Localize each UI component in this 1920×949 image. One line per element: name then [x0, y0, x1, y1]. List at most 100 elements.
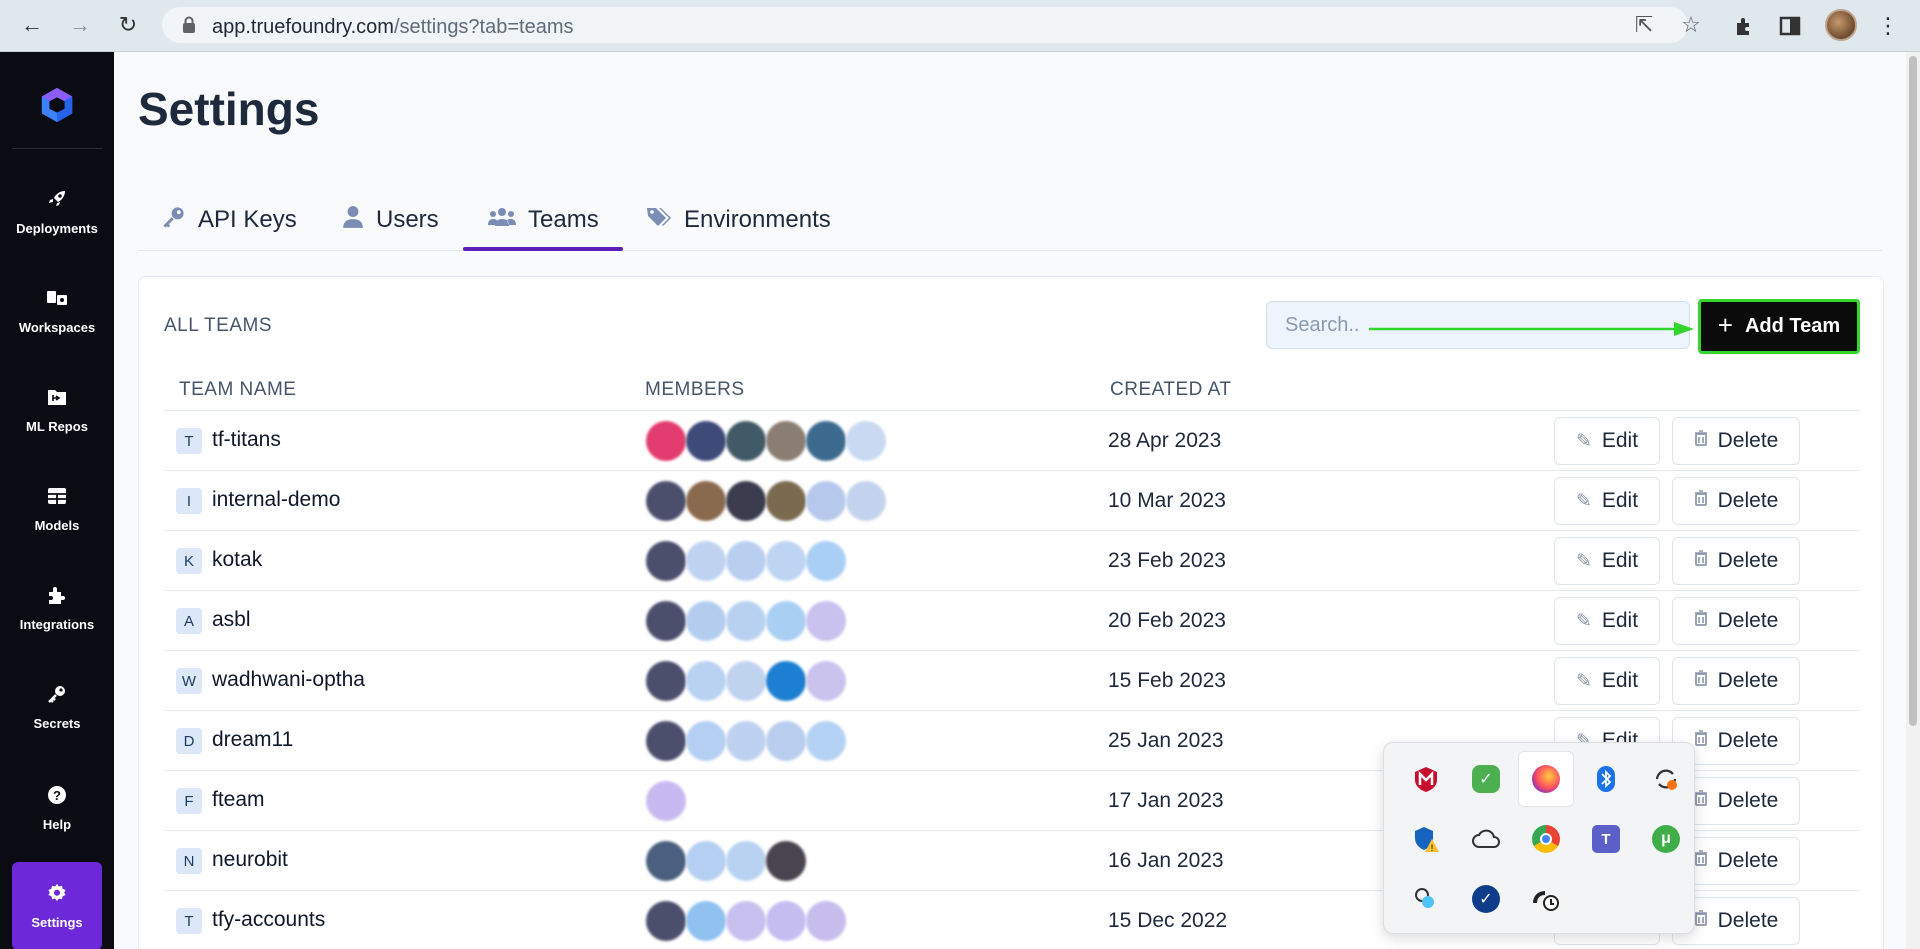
member-avatar[interactable]	[766, 481, 806, 521]
team-name[interactable]: wadhwani-optha	[212, 668, 365, 692]
firefox-icon[interactable]	[1518, 751, 1574, 807]
reload-icon[interactable]: ↻	[112, 9, 144, 41]
edit-button[interactable]: ✎Edit	[1554, 597, 1660, 645]
member-avatar[interactable]	[646, 901, 686, 941]
sidebar-item-secrets[interactable]: Secrets	[12, 663, 102, 751]
member-avatar[interactable]	[846, 481, 886, 521]
member-avatar[interactable]	[726, 421, 766, 461]
sidebar-item-help[interactable]: ? Help	[12, 764, 102, 852]
sidebar-item-workspaces[interactable]: Workspaces	[12, 267, 102, 355]
member-avatar[interactable]	[726, 541, 766, 581]
scrollbar-thumb[interactable]	[1909, 56, 1917, 726]
chrome-icon[interactable]	[1518, 811, 1574, 867]
mcafee-icon[interactable]	[1398, 751, 1454, 807]
member-avatar[interactable]	[806, 721, 846, 761]
member-avatar[interactable]	[766, 601, 806, 641]
member-avatar[interactable]	[726, 661, 766, 701]
tab-teams[interactable]: Teams	[488, 190, 599, 250]
utorrent-icon[interactable]: μ	[1638, 811, 1694, 867]
windows-security-icon[interactable]: !	[1398, 811, 1454, 867]
green-check-app-icon[interactable]: ✓	[1458, 751, 1514, 807]
add-team-button[interactable]: + Add Team	[1698, 299, 1860, 354]
address-bar[interactable]: app.truefoundry.com/settings?tab=teams ⇱…	[162, 7, 1701, 43]
member-avatar[interactable]	[806, 541, 846, 581]
member-avatar[interactable]	[646, 661, 686, 701]
member-avatar[interactable]	[686, 541, 726, 581]
sidebar-item-deployments[interactable]: Deployments	[12, 168, 102, 256]
profile-avatar[interactable]	[1825, 9, 1857, 41]
sidebar-item-settings[interactable]: Settings	[12, 862, 102, 949]
member-avatar[interactable]	[726, 481, 766, 521]
extensions-icon[interactable]	[1730, 12, 1758, 40]
sidebar-item-integrations[interactable]: Integrations	[12, 564, 102, 652]
member-avatar[interactable]	[766, 721, 806, 761]
member-avatar[interactable]	[646, 721, 686, 761]
member-avatar[interactable]	[806, 901, 846, 941]
meet-now-icon[interactable]	[1398, 871, 1454, 927]
member-avatar[interactable]	[686, 421, 726, 461]
power-status-icon[interactable]	[1518, 871, 1574, 927]
member-avatar[interactable]	[726, 901, 766, 941]
member-avatar[interactable]	[806, 661, 846, 701]
member-avatar[interactable]	[766, 421, 806, 461]
team-name[interactable]: neurobit	[212, 848, 288, 872]
member-avatar[interactable]	[686, 721, 726, 761]
member-avatar[interactable]	[646, 541, 686, 581]
member-avatar[interactable]	[726, 841, 766, 881]
check-circle-app-icon[interactable]: ✓	[1458, 871, 1514, 927]
team-name[interactable]: internal-demo	[212, 488, 340, 512]
edit-button[interactable]: ✎Edit	[1554, 477, 1660, 525]
member-avatar[interactable]	[726, 721, 766, 761]
member-avatar[interactable]	[766, 661, 806, 701]
member-avatar[interactable]	[766, 901, 806, 941]
bookmark-star-icon[interactable]: ☆	[1677, 11, 1705, 39]
member-avatar[interactable]	[686, 661, 726, 701]
member-avatar[interactable]	[646, 841, 686, 881]
bluetooth-icon[interactable]	[1578, 751, 1634, 807]
delete-button[interactable]: Delete	[1672, 537, 1800, 585]
edit-button[interactable]: ✎Edit	[1554, 537, 1660, 585]
edit-button[interactable]: ✎Edit	[1554, 657, 1660, 705]
member-avatar[interactable]	[846, 421, 886, 461]
tab-users[interactable]: Users	[342, 190, 439, 250]
member-avatar[interactable]	[726, 601, 766, 641]
teams-icon[interactable]: T	[1578, 811, 1634, 867]
team-name[interactable]: dream11	[212, 728, 293, 752]
share-icon[interactable]: ⇱	[1630, 11, 1658, 39]
edit-button[interactable]: ✎Edit	[1554, 417, 1660, 465]
sync-icon[interactable]	[1638, 751, 1694, 807]
member-avatar[interactable]	[766, 541, 806, 581]
team-name[interactable]: tf-titans	[212, 428, 281, 452]
tab-api-keys[interactable]: API Keys	[162, 190, 297, 250]
member-avatar[interactable]	[686, 601, 726, 641]
menu-icon[interactable]: ⋮	[1874, 12, 1902, 40]
forward-icon[interactable]: →	[64, 9, 96, 41]
team-name[interactable]: kotak	[212, 548, 262, 572]
team-name[interactable]: tfy-accounts	[212, 908, 325, 932]
team-name[interactable]: fteam	[212, 788, 265, 812]
member-avatar[interactable]	[806, 601, 846, 641]
delete-button[interactable]: Delete	[1672, 657, 1800, 705]
member-avatar[interactable]	[806, 421, 846, 461]
team-name[interactable]: asbl	[212, 608, 251, 632]
member-avatar[interactable]	[766, 841, 806, 881]
member-avatar[interactable]	[646, 421, 686, 461]
page-scrollbar[interactable]	[1906, 52, 1920, 949]
member-avatar[interactable]	[686, 901, 726, 941]
member-avatar[interactable]	[646, 781, 686, 821]
delete-button[interactable]: Delete	[1672, 477, 1800, 525]
search-input[interactable]	[1266, 301, 1690, 349]
tab-environments[interactable]: Environments	[646, 190, 831, 250]
delete-button[interactable]: Delete	[1672, 417, 1800, 465]
back-icon[interactable]: ←	[16, 9, 48, 41]
sidebar-item-models[interactable]: Models	[12, 465, 102, 553]
member-avatar[interactable]	[646, 601, 686, 641]
sidebar-item-ml-repos[interactable]: ML Repos	[12, 366, 102, 454]
member-avatar[interactable]	[806, 481, 846, 521]
onedrive-icon[interactable]	[1458, 811, 1514, 867]
member-avatar[interactable]	[686, 841, 726, 881]
member-avatar[interactable]	[686, 481, 726, 521]
side-panel-icon[interactable]	[1776, 12, 1804, 40]
delete-button[interactable]: Delete	[1672, 597, 1800, 645]
member-avatar[interactable]	[646, 481, 686, 521]
